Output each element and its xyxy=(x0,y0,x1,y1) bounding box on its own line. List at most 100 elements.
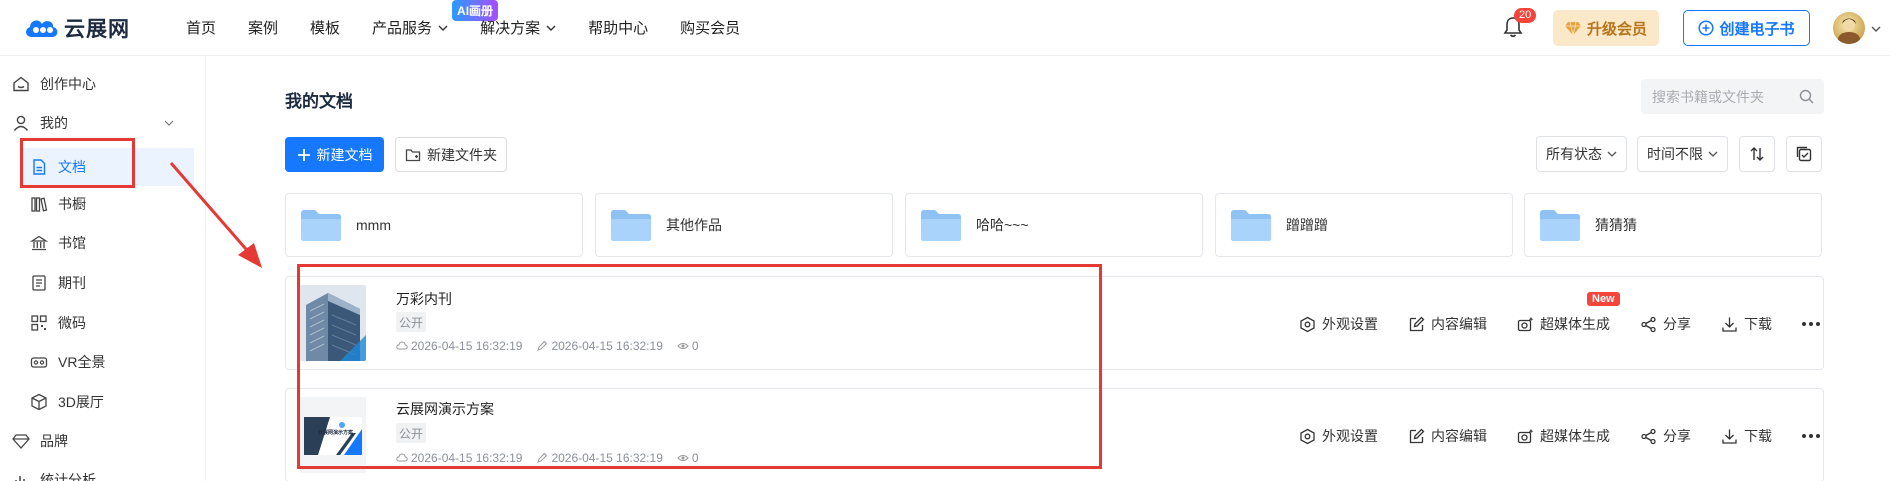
annotation-highlight-documents xyxy=(297,264,1102,469)
folder-add-icon xyxy=(405,148,421,161)
sort-icon xyxy=(1750,147,1764,161)
time-filter-select[interactable]: 时间不限 xyxy=(1637,136,1728,172)
sidebar-item-library[interactable]: 书馆 xyxy=(0,224,194,262)
nav-label: 案例 xyxy=(248,20,279,37)
create-ebook-label: 创建电子书 xyxy=(1719,20,1795,38)
sidebar-item-label: 品牌 xyxy=(40,433,68,449)
more-options-button[interactable] xyxy=(1802,322,1823,326)
sidebar-item-label: 期刊 xyxy=(58,275,86,291)
folder-icon xyxy=(921,210,961,241)
action-label: 下载 xyxy=(1744,428,1772,444)
folder-name: 其他作品 xyxy=(666,217,722,233)
sidebar-item-journal[interactable]: 期刊 xyxy=(0,264,194,302)
appearance-settings-button[interactable]: 外观设置 xyxy=(1299,314,1378,334)
batch-select-button[interactable] xyxy=(1786,136,1822,172)
folder-card[interactable]: 哈哈~~~ xyxy=(905,193,1203,257)
sidebar-item-bookshelf[interactable]: 书橱 xyxy=(0,185,194,223)
qrcode-icon xyxy=(31,315,47,331)
appearance-settings-button[interactable]: 外观设置 xyxy=(1299,426,1378,446)
action-label: 超媒体生成 xyxy=(1540,316,1610,332)
edit-icon xyxy=(1409,316,1425,331)
folder-card[interactable]: 蹭蹭蹭 xyxy=(1215,193,1513,257)
edit-icon xyxy=(1409,428,1425,443)
share-button[interactable]: 分享 xyxy=(1640,314,1691,334)
sidebar-item-label: VR全景 xyxy=(58,354,106,370)
folder-name: 猜猜猜 xyxy=(1595,217,1637,233)
settings-hexagon-icon xyxy=(1300,316,1315,332)
folder-card[interactable]: 猜猜猜 xyxy=(1524,193,1822,257)
sidebar-item-microcode[interactable]: 微码 xyxy=(0,304,194,342)
nav-label: 购买会员 xyxy=(680,20,741,37)
folder-card[interactable]: mmm xyxy=(285,193,583,257)
download-button[interactable]: 下载 xyxy=(1721,314,1772,334)
new-folder-label: 新建文件夹 xyxy=(427,146,497,163)
sidebar-item-mine[interactable]: 我的 xyxy=(0,104,194,142)
vr-icon xyxy=(30,357,48,368)
folder-name: 蹭蹭蹭 xyxy=(1286,217,1328,233)
more-options-button[interactable] xyxy=(1802,434,1823,438)
settings-hexagon-icon xyxy=(1300,428,1315,444)
hypermedia-generate-button[interactable]: 超媒体生成 xyxy=(1517,426,1610,446)
annotation-highlight-sidebar xyxy=(20,138,135,188)
document-actions: 外观设置 内容编辑 New 超媒体生成 分享 下载 xyxy=(1299,277,1823,371)
avatar[interactable] xyxy=(1833,12,1865,44)
sort-button[interactable] xyxy=(1739,136,1775,172)
search-icon[interactable] xyxy=(1799,89,1814,104)
nav-label: 模板 xyxy=(310,20,341,37)
nav-item-solutions[interactable]: 解决方案 xyxy=(480,17,556,38)
home-icon xyxy=(13,76,29,92)
sidebar-item-label: 统计分析 xyxy=(40,472,96,481)
sidebar: 创作中心 我的 文档 书橱 书馆 期刊 微码 VR全景 3D展厅 品牌 统计分析 xyxy=(0,57,206,481)
folder-icon xyxy=(301,210,341,241)
plus-icon xyxy=(297,148,310,161)
plus-circle-icon xyxy=(1698,20,1715,36)
hypermedia-generate-button[interactable]: New 超媒体生成 xyxy=(1517,292,1620,334)
avatar-image-icon xyxy=(1838,18,1860,44)
journal-icon xyxy=(32,275,46,291)
nav-item-templates[interactable]: 模板 xyxy=(310,17,340,38)
sidebar-item-3d-hall[interactable]: 3D展厅 xyxy=(0,383,194,421)
brand-logo[interactable]: 云展网 xyxy=(22,13,142,43)
new-document-button[interactable]: 新建文档 xyxy=(285,137,384,172)
chevron-down-icon xyxy=(546,25,556,31)
nav-label: 首页 xyxy=(186,20,217,37)
share-icon xyxy=(1641,316,1656,332)
new-badge: New xyxy=(1587,292,1620,306)
folder-card[interactable]: 其他作品 xyxy=(595,193,893,257)
diamond-icon xyxy=(1564,21,1581,36)
nav-label: 解决方案 xyxy=(480,20,541,37)
chevron-down-icon[interactable] xyxy=(1871,24,1881,34)
chart-icon xyxy=(15,476,25,481)
search-input[interactable] xyxy=(1652,88,1792,105)
nav-item-membership[interactable]: 购买会员 xyxy=(680,17,740,38)
upgrade-membership-button[interactable]: 升级会员 xyxy=(1553,10,1659,46)
user-icon xyxy=(13,115,29,131)
nav-item-products[interactable]: 产品服务 AI画册 xyxy=(372,0,499,38)
nav-item-cases[interactable]: 案例 xyxy=(248,17,278,38)
content-edit-button[interactable]: 内容编辑 xyxy=(1408,314,1487,334)
search-box[interactable] xyxy=(1641,79,1824,114)
status-filter-value: 所有状态 xyxy=(1546,146,1602,162)
notification-count-badge: 20 xyxy=(1514,8,1537,23)
sidebar-item-brand[interactable]: 品牌 xyxy=(0,422,194,460)
create-ebook-button[interactable]: 创建电子书 xyxy=(1683,10,1810,46)
status-filter-select[interactable]: 所有状态 xyxy=(1536,136,1627,172)
sidebar-item-vr[interactable]: VR全景 xyxy=(0,343,194,381)
upgrade-label: 升级会员 xyxy=(1586,20,1647,38)
library-icon xyxy=(30,235,48,251)
diamond-icon xyxy=(12,434,30,449)
action-label: 超媒体生成 xyxy=(1540,428,1610,444)
folder-icon xyxy=(1540,210,1580,241)
new-folder-button[interactable]: 新建文件夹 xyxy=(395,137,507,172)
sidebar-item-label: 我的 xyxy=(40,115,68,131)
sidebar-item-creation-center[interactable]: 创作中心 xyxy=(0,65,194,103)
nav-item-help[interactable]: 帮助中心 xyxy=(588,17,648,38)
content-edit-button[interactable]: 内容编辑 xyxy=(1408,426,1487,446)
share-button[interactable]: 分享 xyxy=(1640,426,1691,446)
nav-item-home[interactable]: 首页 xyxy=(186,17,216,38)
action-label: 内容编辑 xyxy=(1431,428,1487,444)
action-label: 外观设置 xyxy=(1322,428,1378,444)
sidebar-item-analytics[interactable]: 统计分析 xyxy=(0,461,194,481)
download-button[interactable]: 下载 xyxy=(1721,426,1772,446)
chevron-down-icon xyxy=(1708,151,1718,157)
